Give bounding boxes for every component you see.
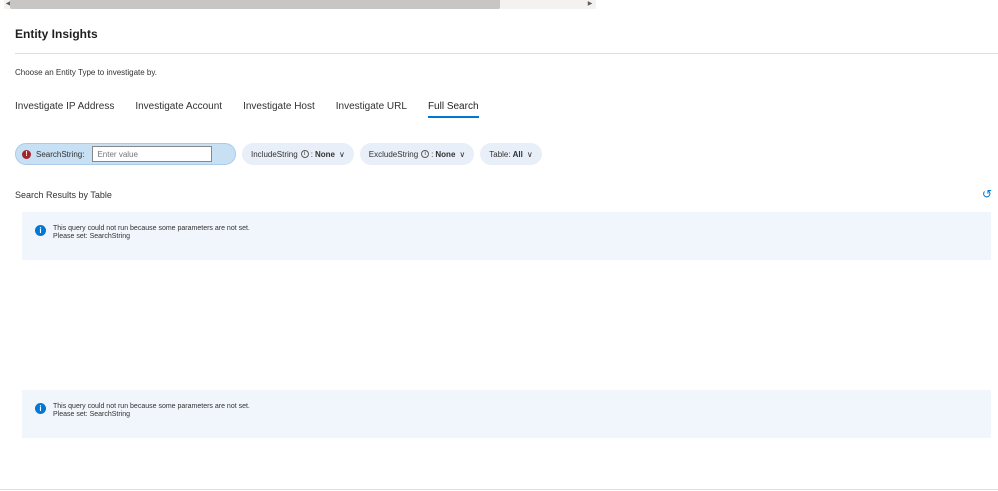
tab-investigate-url[interactable]: Investigate URL	[336, 101, 407, 118]
chevron-down-icon: ∨	[526, 149, 533, 159]
search-string-label: SearchString:	[36, 149, 85, 159]
entity-type-hint: Choose an Entity Type to investigate by.	[15, 68, 158, 77]
tab-full-search[interactable]: Full Search	[427, 101, 479, 118]
tab-investigate-account[interactable]: Investigate Account	[135, 101, 222, 118]
message-text: This query could not run because some pa…	[53, 403, 250, 410]
exclude-string-sep: :	[431, 149, 434, 159]
search-string-input[interactable]	[92, 146, 213, 162]
entity-tabs: Investigate IP Address Investigate Accou…	[15, 101, 500, 118]
message-text: This query could not run because some pa…	[53, 225, 250, 232]
info-circle-icon: i	[35, 225, 46, 236]
scrollbar-thumb[interactable]	[10, 0, 500, 9]
table-label: Table:	[489, 149, 511, 159]
info-icon: i	[300, 150, 309, 158]
query-not-run-message: i This query could not run because some …	[22, 390, 991, 438]
info-circle-icon: i	[35, 403, 46, 414]
info-icon: i	[421, 150, 430, 158]
exclude-string-label: ExcludeString	[368, 149, 419, 159]
include-string-sep: :	[310, 149, 313, 159]
exclude-string-value: None	[435, 149, 456, 159]
error-icon: !	[22, 149, 31, 159]
scroll-right-arrow-icon[interactable]: ▶	[586, 0, 594, 9]
tab-investigate-ip-address[interactable]: Investigate IP Address	[15, 101, 114, 118]
message-detail: Please set: SearchString	[53, 411, 131, 418]
tab-investigate-host[interactable]: Investigate Host	[243, 101, 315, 118]
chevron-down-icon: ∨	[338, 149, 345, 159]
section-title: Search Results by Table	[15, 190, 112, 200]
exclude-string-dropdown[interactable]: ExcludeString i : None ∨	[359, 143, 475, 165]
refresh-icon[interactable]: ↺	[982, 187, 992, 201]
message-detail: Please set: SearchString	[53, 233, 131, 240]
include-string-value: None	[314, 149, 335, 159]
chevron-down-icon: ∨	[459, 149, 466, 159]
page-title: Entity Insights	[15, 27, 98, 41]
parameter-bar: ! SearchString: IncludeString i : None ∨…	[15, 143, 548, 165]
include-string-label: IncludeString	[251, 149, 298, 159]
title-divider	[15, 53, 998, 54]
include-string-dropdown[interactable]: IncludeString i : None ∨	[242, 143, 354, 165]
search-string-parameter[interactable]: ! SearchString:	[15, 143, 236, 165]
query-not-run-message: i This query could not run because some …	[22, 212, 991, 260]
horizontal-scrollbar[interactable]: ◀ ▶	[4, 0, 596, 9]
bottom-divider	[0, 489, 998, 490]
table-dropdown[interactable]: Table: All ∨	[480, 143, 542, 165]
table-value: All	[512, 149, 523, 159]
